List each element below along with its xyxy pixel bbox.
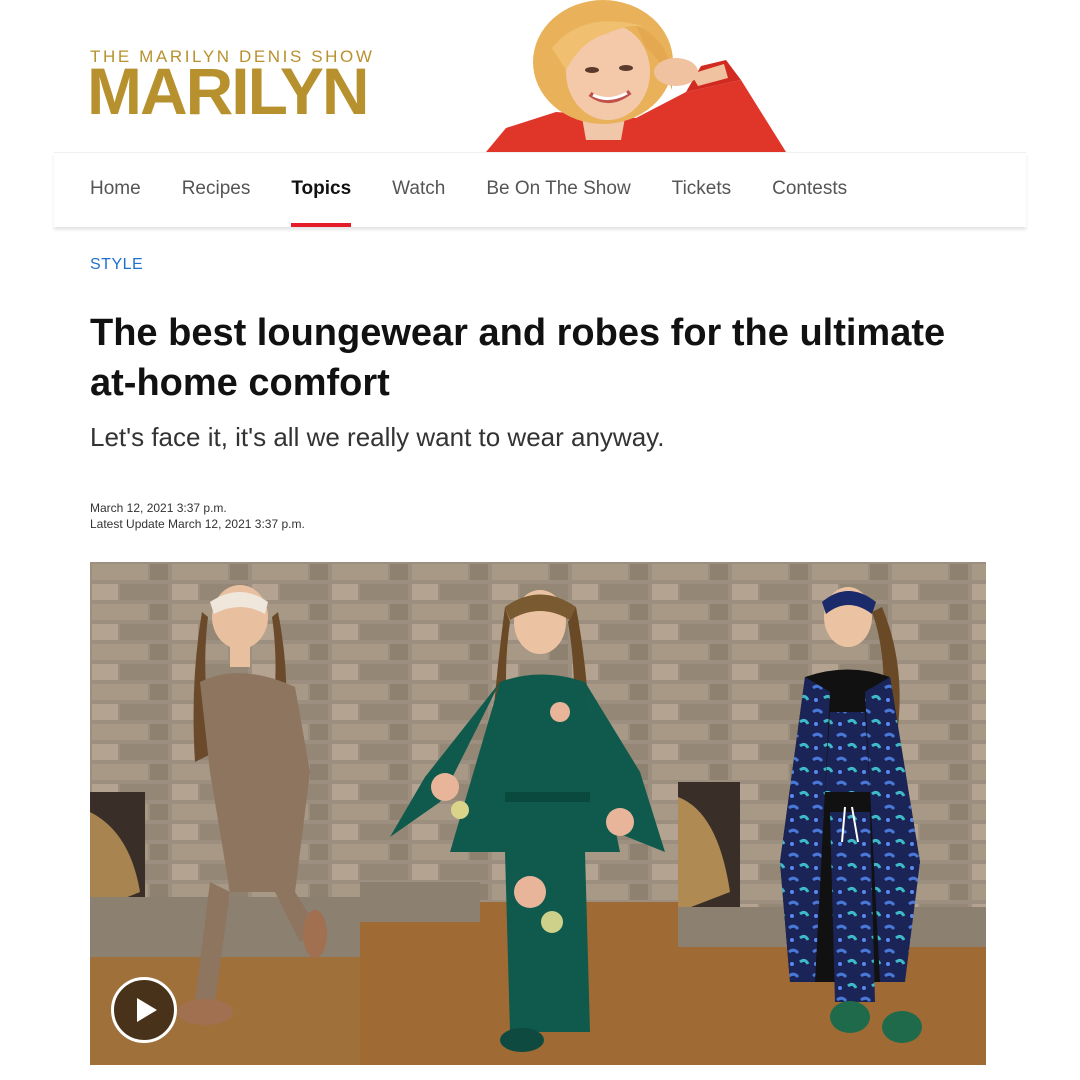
nav-tickets[interactable]: Tickets xyxy=(672,153,731,227)
article-headline: The best loungewear and robes for the ul… xyxy=(90,312,946,404)
site-logo[interactable]: MARILYN xyxy=(87,58,370,124)
nav-be-on-the-show[interactable]: Be On The Show xyxy=(486,153,630,227)
play-icon xyxy=(137,998,157,1022)
photo-panel-green-floral-robe xyxy=(360,562,678,1065)
article-dek: Let's face it, it's all we really want t… xyxy=(90,422,665,452)
photo-panel-navy-print-cardigan xyxy=(678,562,986,1065)
play-video-button[interactable] xyxy=(111,977,177,1043)
nav-recipes[interactable]: Recipes xyxy=(182,153,251,227)
nav-topics[interactable]: Topics xyxy=(291,153,351,227)
nav-contests[interactable]: Contests xyxy=(772,153,847,227)
updated-date: Latest Update March 12, 2021 3:37 p.m. xyxy=(90,517,305,531)
nav-watch[interactable]: Watch xyxy=(392,153,445,227)
host-illustration xyxy=(486,0,786,152)
article-video-thumbnail[interactable] xyxy=(90,562,986,1065)
nav-home[interactable]: Home xyxy=(90,153,141,227)
article-dates: March 12, 2021 3:37 p.m. Latest Update M… xyxy=(90,500,305,532)
article-category[interactable]: STYLE xyxy=(90,256,143,274)
published-date: March 12, 2021 3:37 p.m. xyxy=(90,501,227,515)
loungewear-photo xyxy=(90,562,986,1065)
host-photo xyxy=(486,0,786,152)
site-header: THE MARILYN DENIS SHOW MARILYN xyxy=(54,0,1026,152)
main-navigation: Home Recipes Topics Watch Be On The Show… xyxy=(54,152,1026,227)
